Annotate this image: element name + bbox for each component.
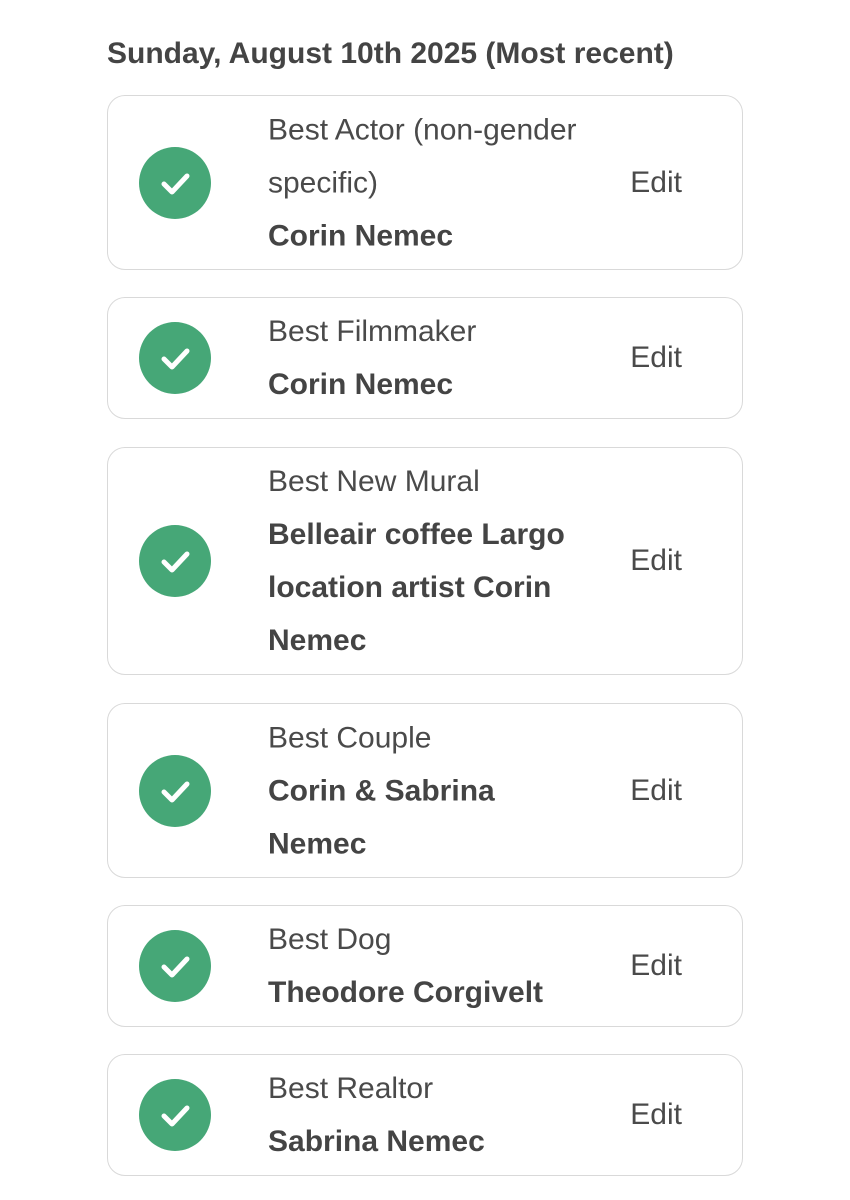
edit-button[interactable]: Edit xyxy=(630,338,682,378)
winner-name: Corin Nemec xyxy=(268,368,454,401)
checkmark-circle-icon xyxy=(139,525,211,597)
checkmark-circle-icon xyxy=(139,930,211,1002)
category-label: Best Actor (non-gender specific) xyxy=(268,113,577,199)
winner-name: Theodore Corgivelt xyxy=(268,976,544,1009)
edit-button[interactable]: Edit xyxy=(630,771,682,811)
vote-entry-text: Best Dog Theodore Corgivelt xyxy=(268,913,588,1019)
winner-name: Corin & Sabrina Nemec xyxy=(268,774,495,860)
winner-name: Sabrina Nemec xyxy=(268,1125,485,1158)
section-date-heading: Sunday, August 10th 2025 (Most recent) xyxy=(107,37,674,70)
checkmark-circle-icon xyxy=(139,1079,211,1151)
vote-entry-text: Best Filmmaker Corin Nemec xyxy=(268,305,588,411)
category-label: Best Couple xyxy=(268,721,432,754)
vote-entry-text: Best New Mural Belleair coffee Largo loc… xyxy=(268,455,588,667)
vote-entry-text: Best Couple Corin & Sabrina Nemec xyxy=(268,711,588,870)
edit-button[interactable]: Edit xyxy=(630,163,682,203)
edit-button[interactable]: Edit xyxy=(630,541,682,581)
vote-entry-card: Best Realtor Sabrina Nemec Edit xyxy=(107,1054,743,1176)
vote-entry-card: Best Actor (non-gender specific) Corin N… xyxy=(107,95,743,270)
winner-name: Corin Nemec xyxy=(268,219,454,252)
vote-entry-card: Best Couple Corin & Sabrina Nemec Edit xyxy=(107,703,743,878)
category-label: Best Filmmaker xyxy=(268,315,477,348)
edit-button[interactable]: Edit xyxy=(630,946,682,986)
checkmark-circle-icon xyxy=(139,754,211,827)
vote-entry-text: Best Realtor Sabrina Nemec xyxy=(268,1062,588,1168)
checkmark-circle-icon xyxy=(139,146,211,219)
category-label: Best Realtor xyxy=(268,1072,434,1105)
vote-entry-card: Best New Mural Belleair coffee Largo loc… xyxy=(107,447,743,675)
vote-entry-card: Best Filmmaker Corin Nemec Edit xyxy=(107,297,743,419)
edit-button[interactable]: Edit xyxy=(630,1095,682,1135)
category-label: Best New Mural xyxy=(268,465,480,498)
checkmark-circle-icon xyxy=(139,322,211,394)
vote-entry-text: Best Actor (non-gender specific) Corin N… xyxy=(268,103,588,262)
category-label: Best Dog xyxy=(268,923,392,956)
winner-name: Belleair coffee Largo location artist Co… xyxy=(268,518,565,657)
vote-entry-card: Best Dog Theodore Corgivelt Edit xyxy=(107,905,743,1027)
